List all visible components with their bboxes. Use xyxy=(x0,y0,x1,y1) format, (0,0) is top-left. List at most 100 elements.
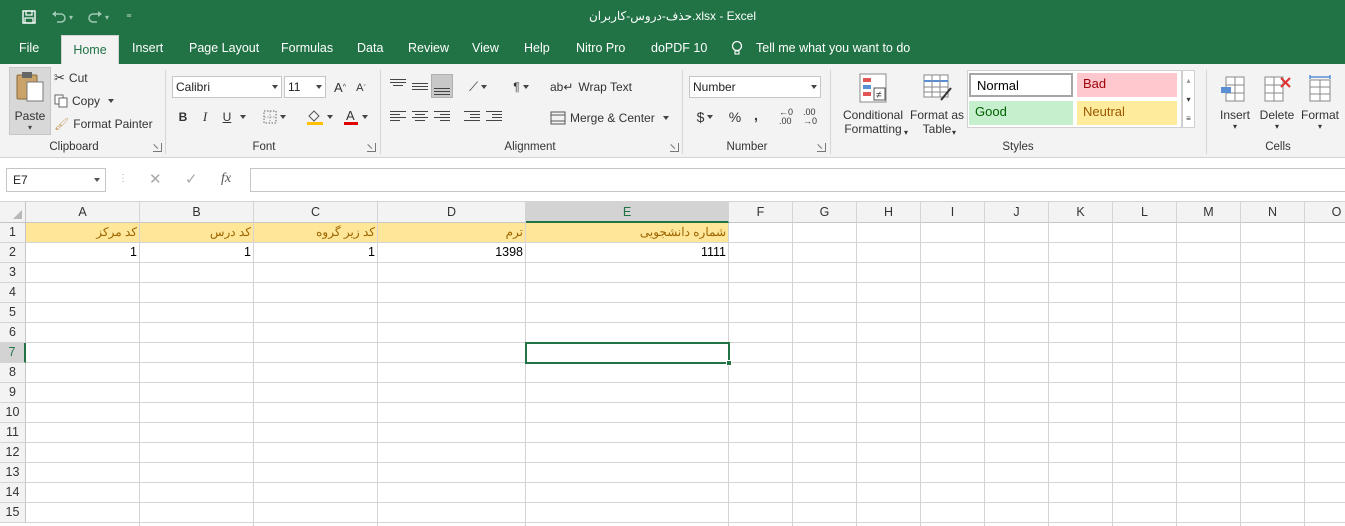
text-direction-button[interactable]: ¶ xyxy=(506,78,536,96)
increase-decimal-icon[interactable]: ←0.00 xyxy=(776,108,796,126)
row-header-7[interactable]: 7 xyxy=(0,343,26,363)
gallery-up-icon[interactable]: ▴ xyxy=(1183,71,1194,89)
accounting-format-button[interactable]: $ xyxy=(694,108,716,126)
paste-button[interactable]: Paste ▾ xyxy=(9,67,51,135)
clipboard-launcher-icon[interactable] xyxy=(153,143,162,152)
borders-button[interactable] xyxy=(262,109,286,125)
tab-review[interactable]: Review xyxy=(408,33,449,64)
row-header-15[interactable]: 15 xyxy=(0,503,26,523)
tab-file[interactable]: File xyxy=(19,33,39,64)
align-left-icon[interactable] xyxy=(390,110,406,124)
format-cells-button[interactable]: Format ▾ xyxy=(1298,68,1342,136)
comma-style-button[interactable]: , xyxy=(750,106,762,124)
style-good[interactable]: Good xyxy=(969,101,1073,125)
copy-button[interactable]: Copy xyxy=(54,93,115,109)
format-as-table-dropdown-icon[interactable]: ▾ xyxy=(950,128,958,137)
tab-home[interactable]: Home xyxy=(61,35,119,64)
orientation-button[interactable]: ⟋ xyxy=(464,78,492,96)
bold-button[interactable]: B xyxy=(176,108,190,126)
column-header-c[interactable]: C xyxy=(254,202,378,223)
row-header-1[interactable]: 1 xyxy=(0,223,26,243)
decrease-font-icon[interactable]: Aˇ xyxy=(354,80,368,96)
style-normal[interactable]: Normal xyxy=(969,73,1073,97)
column-header-n[interactable]: N xyxy=(1241,202,1305,223)
font-launcher-icon[interactable] xyxy=(367,143,376,152)
decrease-indent-icon[interactable] xyxy=(464,110,480,124)
fill-handle[interactable] xyxy=(726,360,732,366)
cell-d2[interactable]: 1398 xyxy=(378,243,526,263)
undo-dropdown-icon[interactable]: ▾ xyxy=(66,7,76,27)
align-middle-icon[interactable] xyxy=(412,80,428,94)
row-header-12[interactable]: 12 xyxy=(0,443,26,463)
tab-insert[interactable]: Insert xyxy=(132,33,163,64)
enter-icon[interactable]: ✓ xyxy=(185,170,198,188)
cell-b1[interactable]: کد درس xyxy=(140,223,254,243)
increase-font-icon[interactable]: A ^ xyxy=(332,78,348,96)
tell-me-search[interactable]: Tell me what you want to do xyxy=(756,33,910,64)
tab-nitro-pro[interactable]: Nitro Pro xyxy=(576,33,625,64)
active-cell-selection[interactable] xyxy=(525,342,730,364)
cell-b2[interactable]: 1 xyxy=(140,243,254,263)
align-top-icon[interactable] xyxy=(390,78,406,92)
underline-button[interactable]: U xyxy=(220,108,234,126)
column-header-b[interactable]: B xyxy=(140,202,254,223)
row-header-3[interactable]: 3 xyxy=(0,263,26,283)
row-header-14[interactable]: 14 xyxy=(0,483,26,503)
column-header-h[interactable]: H xyxy=(857,202,921,223)
column-header-l[interactable]: L xyxy=(1113,202,1177,223)
font-size-dropdown[interactable]: 11 xyxy=(284,76,326,98)
delete-cells-button[interactable]: Delete ▾ xyxy=(1256,68,1298,136)
align-bottom-button[interactable] xyxy=(431,74,453,98)
column-header-f[interactable]: F xyxy=(729,202,793,223)
format-painter-button[interactable]: 🖌 Format Painter xyxy=(54,116,153,132)
font-color-button[interactable]: A xyxy=(340,108,370,126)
increase-indent-icon[interactable] xyxy=(486,110,502,124)
tab-help[interactable]: Help xyxy=(524,33,550,64)
column-header-o[interactable]: O xyxy=(1305,202,1345,223)
gallery-more-icon[interactable]: ≡ xyxy=(1183,109,1194,127)
cell-a1[interactable]: کد مرکز xyxy=(26,223,140,243)
column-header-j[interactable]: J xyxy=(985,202,1049,223)
cell-a2[interactable]: 1 xyxy=(26,243,140,263)
tab-dopdf[interactable]: doPDF 10 xyxy=(651,33,707,64)
save-icon[interactable] xyxy=(18,7,40,27)
tab-data[interactable]: Data xyxy=(357,33,383,64)
column-header-d[interactable]: D xyxy=(378,202,526,223)
insert-cells-button[interactable]: Insert ▾ xyxy=(1214,68,1256,136)
font-name-dropdown[interactable]: Calibri xyxy=(172,76,282,98)
tab-view[interactable]: View xyxy=(472,33,499,64)
select-all-corner[interactable] xyxy=(0,202,26,223)
row-header-2[interactable]: 2 xyxy=(0,243,26,263)
cut-button[interactable]: ✂ Cut xyxy=(54,70,88,86)
column-header-k[interactable]: K xyxy=(1049,202,1113,223)
insert-function-icon[interactable]: fx xyxy=(221,171,231,187)
number-format-dropdown[interactable]: Number xyxy=(689,76,821,98)
italic-button[interactable]: I xyxy=(198,108,212,126)
row-header-5[interactable]: 5 xyxy=(0,303,26,323)
tab-page-layout[interactable]: Page Layout xyxy=(189,33,259,64)
style-bad[interactable]: Bad xyxy=(1077,73,1177,97)
row-header-4[interactable]: 4 xyxy=(0,283,26,303)
column-header-a[interactable]: A xyxy=(26,202,140,223)
align-center-icon[interactable] xyxy=(412,110,428,124)
worksheet-grid[interactable]: A B C D E F G H I J K L M N O 1 2 3 4 5 … xyxy=(0,202,1345,526)
cell-e1[interactable]: شماره دانشجویی xyxy=(526,223,729,243)
row-header-8[interactable]: 8 xyxy=(0,363,26,383)
column-header-i[interactable]: I xyxy=(921,202,985,223)
gallery-down-icon[interactable]: ▾ xyxy=(1183,90,1194,108)
redo-dropdown-icon[interactable]: ▾ xyxy=(102,7,112,27)
align-right-icon[interactable] xyxy=(434,110,450,124)
percent-style-button[interactable]: % xyxy=(726,108,744,126)
row-header-13[interactable]: 13 xyxy=(0,463,26,483)
cell-c2[interactable]: 1 xyxy=(254,243,378,263)
column-header-e[interactable]: E xyxy=(526,202,729,223)
alignment-launcher-icon[interactable] xyxy=(670,143,679,152)
cell-d1[interactable]: ترم xyxy=(378,223,526,243)
cell-e2[interactable]: 1111 xyxy=(526,243,729,263)
tab-formulas[interactable]: Formulas xyxy=(281,33,333,64)
number-launcher-icon[interactable] xyxy=(817,143,826,152)
column-header-m[interactable]: M xyxy=(1177,202,1241,223)
column-header-g[interactable]: G xyxy=(793,202,857,223)
name-box[interactable]: E7 xyxy=(6,168,106,192)
merge-center-button[interactable]: Merge & Center xyxy=(550,109,669,127)
